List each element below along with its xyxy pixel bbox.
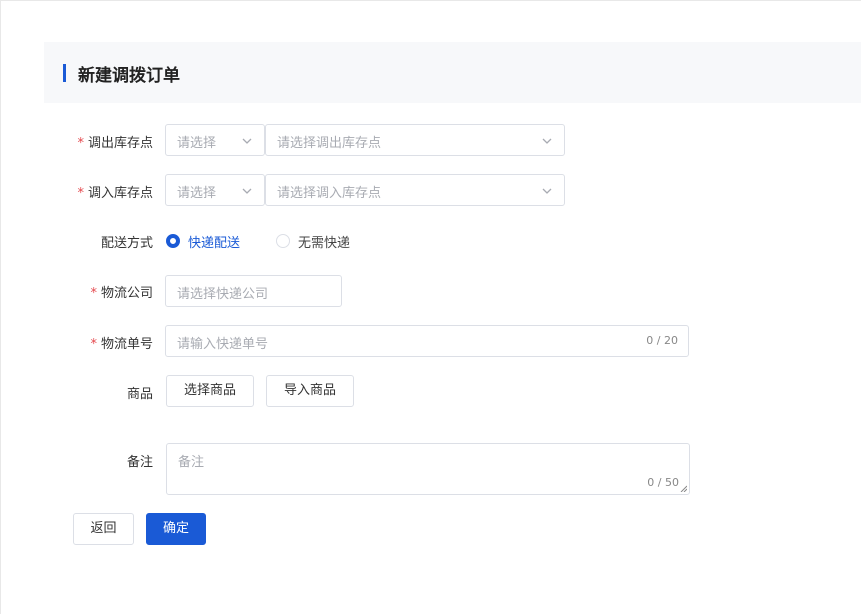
page-title: 新建调拨订单 <box>78 66 180 86</box>
chevron-down-icon <box>242 138 252 144</box>
header-accent-bar <box>63 64 66 82</box>
out-location-type-select[interactable]: 请选择 <box>165 124 265 156</box>
select-placeholder: 请选择 <box>177 136 217 151</box>
logistics-company-select[interactable]: 请选择快递公司 <box>165 275 342 307</box>
char-counter: 0 / 50 <box>647 476 679 489</box>
radio-label: 无需快递 <box>298 236 351 251</box>
select-goods-button[interactable]: 选择商品 <box>166 375 254 407</box>
in-location-type-select[interactable]: 请选择 <box>165 174 265 206</box>
form-row-goods: 商品 选择商品 导入商品 <box>1 375 861 407</box>
in-location-label: * 调入库存点 <box>77 182 153 201</box>
required-mark: * <box>77 186 84 201</box>
out-location-point-select[interactable]: 请选择调出库存点 <box>265 124 565 156</box>
required-mark: * <box>90 337 97 352</box>
textarea-placeholder: 备注 <box>178 455 205 470</box>
radio-express-delivery[interactable]: 快递配送 <box>166 232 256 251</box>
remark-label: 备注 <box>126 455 153 470</box>
form-row-in-location: * 调入库存点 请选择 请选择调入库存点 <box>1 174 861 206</box>
logistics-company-label: * 物流公司 <box>90 282 153 301</box>
remark-textarea[interactable]: 备注 0 / 50 <box>166 443 690 495</box>
page-header: 新建调拨订单 <box>44 42 861 103</box>
out-location-label: * 调出库存点 <box>77 132 153 151</box>
required-mark: * <box>90 286 97 301</box>
tracking-number-label-text: 物流单号 <box>100 337 153 352</box>
radio-unchecked-icon <box>276 234 290 248</box>
chevron-down-icon <box>542 188 552 194</box>
form-row-remark: 备注 备注 0 / 50 <box>1 443 861 495</box>
required-mark: * <box>77 136 84 151</box>
form-row-out-location: * 调出库存点 请选择 请选择调出库存点 <box>1 124 861 156</box>
resize-handle-icon[interactable] <box>680 485 687 492</box>
tracking-number-label: * 物流单号 <box>90 333 153 352</box>
back-button[interactable]: 返回 <box>73 513 134 545</box>
chevron-down-icon <box>542 138 552 144</box>
select-placeholder: 请选择调出库存点 <box>277 136 382 151</box>
page-frame: 新建调拨订单 * 调出库存点 请选择 请选择调出库存点 * 调入库存点 请选择 请选… <box>0 0 861 614</box>
delivery-label: 配送方式 <box>100 236 153 251</box>
chevron-down-icon <box>242 188 252 194</box>
form-row-delivery: 配送方式 快递配送 无需快递 <box>1 230 861 251</box>
select-placeholder: 请选择调入库存点 <box>277 186 382 201</box>
in-location-point-select[interactable]: 请选择调入库存点 <box>265 174 565 206</box>
radio-label: 快递配送 <box>188 236 241 251</box>
confirm-button[interactable]: 确定 <box>146 513 206 545</box>
in-location-label-text: 调入库存点 <box>87 186 153 201</box>
tracking-number-input[interactable]: 请输入快递单号 0 / 20 <box>165 325 689 357</box>
radio-checked-icon <box>166 234 180 248</box>
import-goods-button[interactable]: 导入商品 <box>266 375 354 407</box>
char-counter: 0 / 20 <box>646 334 678 347</box>
logistics-company-label-text: 物流公司 <box>100 286 153 301</box>
goods-label: 商品 <box>126 387 153 402</box>
select-placeholder: 请选择快递公司 <box>177 287 269 302</box>
radio-no-delivery[interactable]: 无需快递 <box>276 232 366 251</box>
form-row-logistics-company: * 物流公司 请选择快递公司 <box>1 275 861 307</box>
input-placeholder: 请输入快递单号 <box>177 337 269 352</box>
form-row-tracking-number: * 物流单号 请输入快递单号 0 / 20 <box>1 325 861 357</box>
select-placeholder: 请选择 <box>177 186 217 201</box>
out-location-label-text: 调出库存点 <box>87 136 153 151</box>
